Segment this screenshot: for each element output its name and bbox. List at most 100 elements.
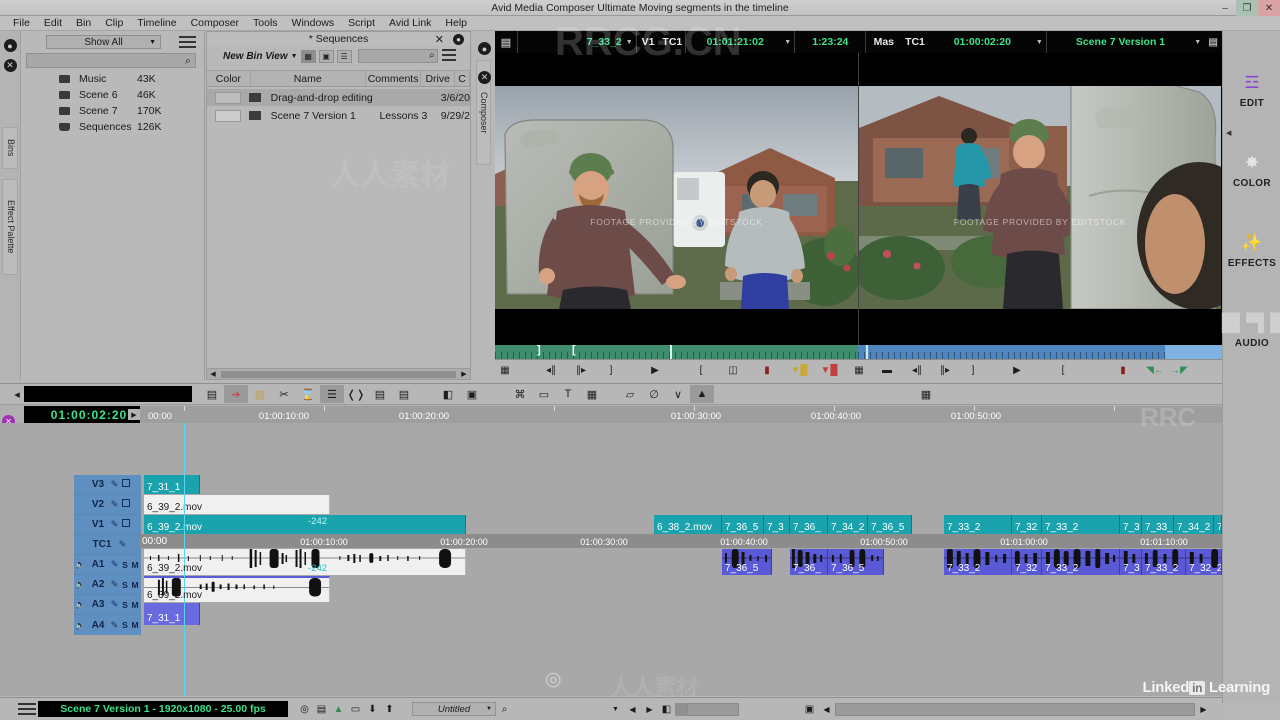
pencil-icon[interactable]: ✎ xyxy=(109,479,120,490)
chevron-down-icon[interactable]: ▼ xyxy=(1036,31,1046,53)
track-header-v3[interactable]: V3 ✎ xyxy=(74,475,141,495)
timeline-clip[interactable]: 6_39_2.mov xyxy=(144,515,466,534)
pencil-icon[interactable]: ✎ xyxy=(117,539,128,550)
source-clip-name[interactable]: 7_33_2 xyxy=(516,31,626,53)
solo-button[interactable]: S xyxy=(120,620,130,630)
mark-clip-button[interactable]: ◫ xyxy=(723,362,743,378)
timeline-clip[interactable]: 7_32 xyxy=(1012,549,1042,575)
lift-icon[interactable]: ⌛ xyxy=(296,385,320,403)
overwrite-button[interactable]: ▼█ xyxy=(819,362,839,378)
record-clear-marks-button[interactable]: ▮ xyxy=(1113,362,1133,378)
table-row[interactable]: Scene 7 Version 1 Lessons 3 9/29/2 xyxy=(207,107,470,124)
menu-item-timeline[interactable]: Timeline xyxy=(130,16,183,31)
track-enable-box[interactable] xyxy=(120,499,132,510)
record-grid-icon[interactable]: ▦ xyxy=(849,362,869,378)
timeline-clip[interactable]: 7_33_2 xyxy=(944,515,1012,534)
timeline-clip[interactable]: 7_33_2 xyxy=(1042,515,1120,534)
timeline-clip[interactable]: 7_36_ xyxy=(790,549,828,575)
table-row[interactable]: Drag-and-drop editing 3/6/20 xyxy=(207,89,470,106)
splice-in-button[interactable]: ▼█ xyxy=(789,362,809,378)
prev-icon[interactable]: ◀ xyxy=(624,701,641,717)
timeline-clip[interactable]: 7_33_ xyxy=(1142,515,1174,534)
record-settings-icon[interactable]: ◎ xyxy=(296,701,313,717)
speaker-icon[interactable]: 🔈 xyxy=(74,620,87,631)
chevron-down-icon[interactable]: ▼ xyxy=(607,701,624,717)
effect-mode-icon[interactable]: ▬ xyxy=(877,362,897,378)
left-tab-effect-palette[interactable]: Effect Palette xyxy=(2,179,18,275)
column-header-comments[interactable]: Comments xyxy=(366,71,422,86)
timeline-clip[interactable]: 7_33_2 xyxy=(944,549,1012,575)
timeline-clip[interactable]: 6_39_2.mov xyxy=(144,549,466,575)
scrub-handle[interactable]: ◧ xyxy=(658,701,675,717)
trim-mode-icon[interactable]: ❬❭ xyxy=(344,385,368,403)
script-view-icon[interactable]: ☰ xyxy=(336,49,352,63)
close-panel-icon[interactable]: ✕ xyxy=(3,59,17,72)
sequences-horizontal-scrollbar[interactable]: ◀ ▶ xyxy=(207,368,470,379)
bin-list-item[interactable]: Scene 6 46K xyxy=(59,87,156,103)
composer-format-icon[interactable]: ▤ xyxy=(495,31,517,53)
pencil-icon[interactable]: ✎ xyxy=(109,499,120,510)
source-monitor[interactable]: FOOTAGE PROVIDED BY EDITSTOCK xyxy=(495,53,858,345)
menu-item-composer[interactable]: Composer xyxy=(184,16,246,31)
speaker-icon[interactable]: 🔈 xyxy=(74,599,87,610)
timeline-clip[interactable]: 7_31_1 xyxy=(144,603,200,625)
chevron-down-icon[interactable]: ▼ xyxy=(1194,31,1204,53)
column-header-color[interactable]: Color xyxy=(207,71,251,86)
mute-button[interactable]: M xyxy=(130,600,140,610)
track-header-v2[interactable]: V2 ✎ xyxy=(74,495,141,515)
audio-mix-icon[interactable]: ⌘ xyxy=(508,385,532,403)
record-sequence-name[interactable]: Scene 7 Version 1 xyxy=(1045,31,1195,53)
track-enable-box[interactable] xyxy=(120,479,132,490)
source-position-bar[interactable]: ] [ xyxy=(495,344,858,359)
timeline-clip[interactable]: 7_36_ xyxy=(790,515,828,534)
transition-icon[interactable]: ▤ xyxy=(392,385,416,403)
frame-view-icon[interactable]: ▣ xyxy=(318,49,334,63)
master-tc-label[interactable]: TC1 xyxy=(901,31,929,53)
bin-search-input[interactable]: ⌕ xyxy=(357,49,438,63)
show-all-dropdown[interactable]: Show All ▼ xyxy=(46,35,161,49)
timeline-clip[interactable]: 7_36_5 xyxy=(828,549,884,575)
timeline-clip[interactable]: 7_3 xyxy=(764,515,790,534)
trim-right-button[interactable]: →◤ xyxy=(1169,362,1189,378)
trim-left-button[interactable]: ◥← xyxy=(1145,362,1165,378)
timeline-clip[interactable]: 7_3 xyxy=(1120,515,1142,534)
chevron-down-icon[interactable]: ▼ xyxy=(626,31,636,53)
bin-list-item[interactable]: Sequences 126K xyxy=(59,119,162,135)
source-track-label[interactable]: V1 xyxy=(635,31,660,53)
solo-button[interactable]: S xyxy=(120,580,130,590)
effect-mode-timeline-icon[interactable]: ▣ xyxy=(460,385,484,403)
menu-item-file[interactable]: File xyxy=(6,16,37,31)
mark-out-button[interactable]: ] xyxy=(601,362,621,378)
minimize-button[interactable]: – xyxy=(1214,0,1236,16)
focus-icon[interactable]: ▲ xyxy=(690,385,714,403)
bin-menu-icon[interactable] xyxy=(441,48,456,64)
composer-record-icon[interactable]: ● xyxy=(478,42,491,55)
timeline-clip[interactable]: 7_36_5 xyxy=(722,515,764,534)
record-position-indicator[interactable] xyxy=(866,345,868,359)
up-arrow-icon[interactable]: ⬆ xyxy=(381,701,398,717)
scroll-segment[interactable] xyxy=(675,702,687,716)
bin-list-item[interactable]: Scene 7 170K xyxy=(59,103,162,119)
scroll-right-icon[interactable]: ▶ xyxy=(1195,701,1212,717)
record-dot-icon[interactable]: ● xyxy=(3,39,17,52)
menu-item-avid-link[interactable]: Avid Link xyxy=(382,16,438,31)
blank-icon[interactable]: ▭ xyxy=(347,701,364,717)
timeline-clip[interactable]: 7_36_5 xyxy=(722,549,772,575)
timeline-clip[interactable]: 7_ xyxy=(1214,515,1222,534)
scroll-thumb-left[interactable] xyxy=(687,702,739,716)
quality-icon[interactable]: ▲ xyxy=(330,701,347,717)
pencil-icon[interactable]: ✎ xyxy=(109,559,120,570)
timeline-clip[interactable]: 7_32 xyxy=(1012,515,1042,534)
timeline-clip[interactable]: 6_39_2.mov xyxy=(144,495,330,514)
track-header-a2[interactable]: 🔈 A2 ✎ S M xyxy=(74,575,141,595)
record-mark-in-button[interactable]: [ xyxy=(1053,362,1073,378)
record-monitor[interactable]: FOOTAGE PROVIDED BY EDITSTOCK xyxy=(858,53,1221,345)
color-swatch[interactable] xyxy=(215,109,241,122)
no-entry-icon[interactable]: ∅ xyxy=(642,385,666,403)
scroll-thumb[interactable] xyxy=(221,370,456,378)
scroll-left-icon[interactable]: ◀ xyxy=(207,370,219,378)
timeline-clip[interactable]: 7_34_2 xyxy=(828,515,868,534)
match-frame-icon[interactable]: ▱ xyxy=(618,385,642,403)
solo-button[interactable]: S xyxy=(120,600,130,610)
timeline-clip[interactable]: 6_38_2.mov xyxy=(654,515,722,534)
